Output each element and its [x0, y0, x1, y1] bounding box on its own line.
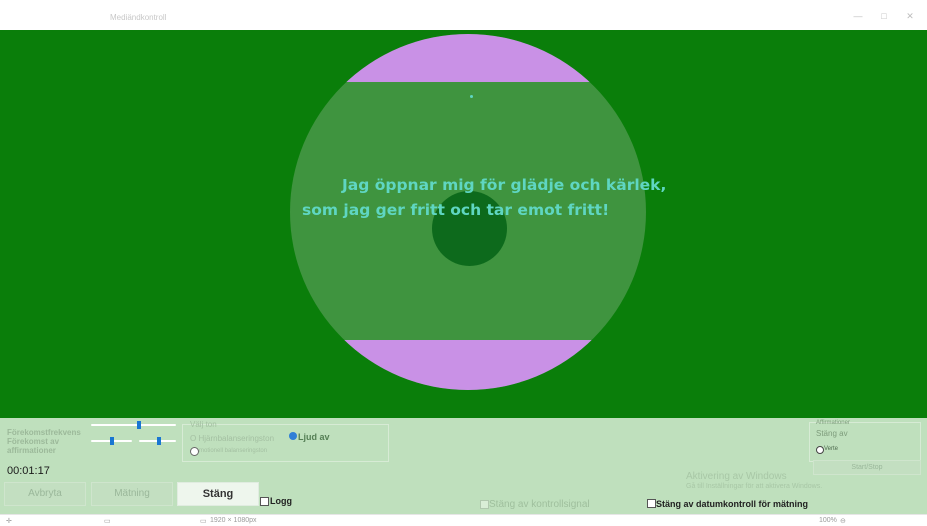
- affirmation-line-2: som jag ger fritt och tar emot fritt!: [302, 201, 610, 219]
- sound-off-toggle[interactable]: Ljud av: [298, 432, 330, 442]
- date-control-checkbox[interactable]: [647, 499, 656, 508]
- log-label[interactable]: Logg: [270, 496, 292, 506]
- occurrence-slider-2-thumb[interactable]: [157, 437, 161, 445]
- affirmation-line-1: Jag öppnar mig för glädje och kärlek,: [342, 176, 667, 194]
- tone-option-brain[interactable]: O Hjärnbalanseringston: [190, 434, 274, 443]
- activation-subtitle: Gå till Inställningar för att aktivera W…: [686, 483, 823, 490]
- window-title: Mediändkontroll: [110, 13, 167, 22]
- focus-dot: [470, 95, 473, 98]
- close-button[interactable]: Stäng: [177, 482, 259, 506]
- status-bar: ✛ ▭ ▭ 1920 × 1080px 100% ⊖: [0, 514, 927, 526]
- occurrence-slider-1-thumb[interactable]: [110, 437, 114, 445]
- disc-band-top: [290, 34, 646, 82]
- affirmations-off-option[interactable]: Stäng av: [816, 429, 848, 438]
- selection-icon: ▭: [104, 518, 111, 525]
- frequency-label: Förekomstfrekvens: [7, 428, 81, 437]
- vertical-radio[interactable]: [816, 446, 824, 454]
- tone-groupbox: [182, 424, 389, 462]
- abort-button[interactable]: Avbryta: [4, 482, 86, 506]
- activation-title: Aktivering av Windows: [686, 471, 787, 482]
- tone-option-emotional[interactable]: motionell balanseringston: [199, 448, 267, 454]
- close-window-button[interactable]: ✕: [898, 8, 922, 24]
- zoom-level: 100%: [819, 517, 837, 524]
- occurrence-label: Förekomst av affirmationer: [7, 437, 60, 455]
- tone-group-label: Välj ton: [190, 420, 217, 429]
- emotional-tone-radio[interactable]: [190, 447, 199, 456]
- canvas-size-icon: ▭: [200, 518, 207, 525]
- control-signal-checkbox[interactable]: [480, 500, 489, 509]
- affirmations-group-label: Affirmationer: [816, 420, 850, 426]
- resolution-readout: 1920 × 1080px: [210, 517, 257, 524]
- measure-button[interactable]: Mätning: [91, 482, 173, 506]
- title-bar: Mediändkontroll — □ ✕: [0, 0, 927, 30]
- maximize-button[interactable]: □: [872, 8, 896, 24]
- sound-icon: [289, 432, 297, 440]
- minimize-button[interactable]: —: [846, 8, 870, 24]
- start-stop-button[interactable]: Start/Stop: [813, 460, 921, 475]
- visualization-stage: Jag öppnar mig för glädje och kärlek, so…: [0, 30, 927, 418]
- session-timer: 00:01:17: [7, 465, 50, 477]
- log-checkbox[interactable]: [260, 497, 269, 506]
- control-signal-label[interactable]: Stäng av kontrollsignal: [489, 499, 590, 510]
- affirmations-groupbox: [809, 422, 921, 462]
- date-control-label[interactable]: Stäng av datumkontroll för mätning: [656, 499, 808, 509]
- disc-band-bottom: [290, 340, 646, 390]
- vertical-option-label[interactable]: Verte: [824, 446, 838, 452]
- frequency-slider[interactable]: [91, 424, 176, 426]
- crosshair-icon: ✛: [6, 518, 12, 525]
- zoom-out-icon[interactable]: ⊖: [840, 517, 846, 525]
- app-window: Mediändkontroll — □ ✕ Jag öppnar mig för…: [0, 0, 927, 526]
- control-panel: Förekomstfrekvens Förekomst av affirmati…: [0, 418, 927, 514]
- frequency-slider-thumb[interactable]: [137, 421, 141, 429]
